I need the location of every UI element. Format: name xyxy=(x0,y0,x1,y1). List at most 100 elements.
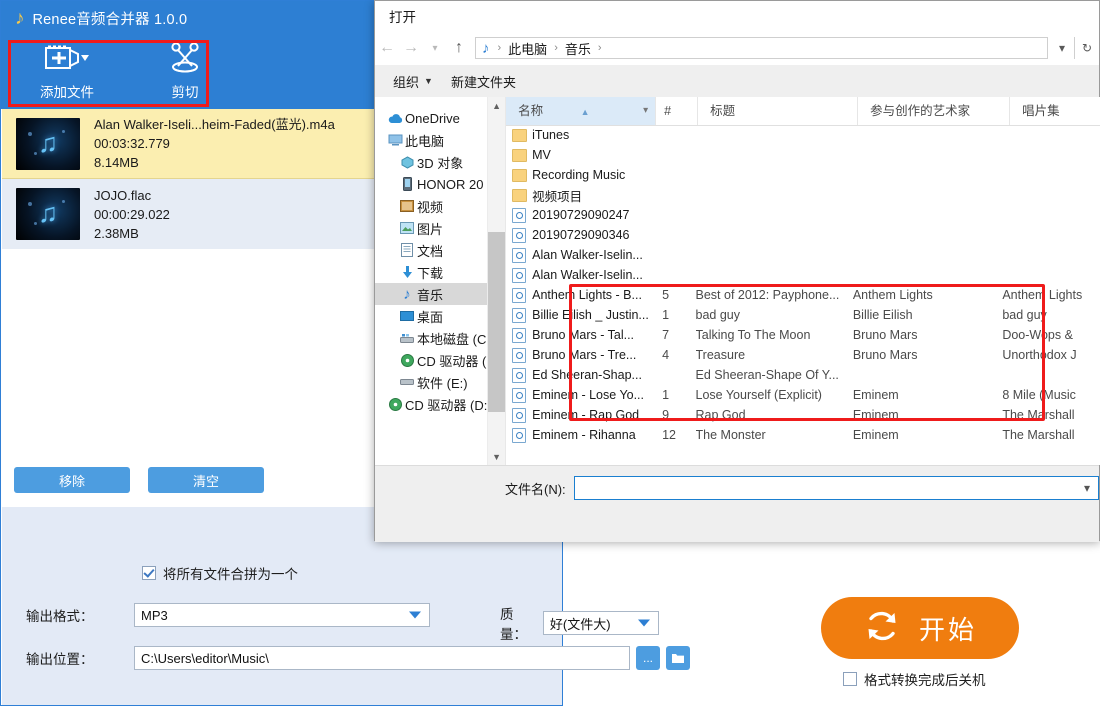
column-header-number[interactable]: # xyxy=(656,97,699,125)
tree-item-cddrive-d-h[interactable]: CD 驱动器 (D:) H xyxy=(375,393,505,415)
file-duration: 00:03:32.779 xyxy=(94,136,170,151)
row-number: 4 xyxy=(662,348,670,362)
audio-file-icon xyxy=(506,307,532,323)
harddisk-icon xyxy=(397,333,417,344)
cut-button[interactable]: 剪切 xyxy=(137,35,233,101)
new-folder-button[interactable]: 新建文件夹 xyxy=(451,72,516,91)
recent-chevron-down-icon[interactable]: ▾ xyxy=(423,43,447,54)
tree-item-videos[interactable]: 视频 xyxy=(375,195,505,217)
organize-menu[interactable]: 组织 ▼ xyxy=(393,72,433,91)
tree-item-documents[interactable]: 文档 xyxy=(375,239,505,261)
audio-file-icon xyxy=(506,207,532,223)
tree-item-desktop[interactable]: 桌面 xyxy=(375,305,505,327)
picture-icon xyxy=(397,222,417,234)
arrow-right-icon[interactable]: → xyxy=(399,39,423,57)
file-row[interactable]: Recording Music xyxy=(506,165,1100,185)
scroll-down-icon[interactable]: ▼ xyxy=(488,448,506,465)
file-row[interactable]: Ed Sheeran-Shap... Ed Sheeran-Shape Of Y… xyxy=(506,365,1100,385)
filename-label: 文件名(N): xyxy=(505,481,566,497)
dialog-body: OneDrive 此电脑 3D 对象 HONOR 20 PR 视频 图片 文档 … xyxy=(375,97,1100,465)
file-row[interactable]: Alan Walker-Iselin... xyxy=(506,245,1100,265)
row-album: Doo-Wops & xyxy=(1002,328,1073,342)
output-format-select[interactable]: MP3 xyxy=(134,603,430,627)
tree-item-thispc[interactable]: 此电脑 xyxy=(375,129,505,151)
output-format-value: MP3 xyxy=(141,607,168,623)
file-row[interactable]: 20190729090247 xyxy=(506,205,1100,225)
arrow-left-icon[interactable]: ← xyxy=(375,39,399,57)
arrow-up-icon[interactable]: ↑ xyxy=(447,39,471,57)
dialog-navigation-tree[interactable]: OneDrive 此电脑 3D 对象 HONOR 20 PR 视频 图片 文档 … xyxy=(375,97,506,465)
refresh-icon[interactable]: ↻ xyxy=(1074,37,1099,59)
shutdown-row[interactable]: 格式转换完成后关机 xyxy=(843,669,1031,689)
open-folder-button[interactable] xyxy=(666,646,690,670)
chevron-down-icon xyxy=(638,619,650,627)
browse-button[interactable]: ... xyxy=(636,646,660,670)
file-row[interactable]: Bruno Mars - Tal... 7 Talking To The Moo… xyxy=(506,325,1100,345)
tree-item-label: 软件 (E:) xyxy=(417,375,468,391)
tree-item-localdisk-c[interactable]: 本地磁盘 (C:) xyxy=(375,327,505,349)
dialog-file-list[interactable]: ▲ 名称 ▾ # 标题 参与创作的艺术家 唱片集 iTunes MV Recor… xyxy=(505,97,1100,465)
row-name: 20190729090346 xyxy=(532,228,630,242)
row-title: Rap God xyxy=(695,408,746,422)
chevron-down-icon[interactable]: ▾ xyxy=(643,97,648,125)
file-row[interactable]: 20190729090346 xyxy=(506,225,1100,245)
row-artist: Eminem xyxy=(852,408,899,422)
row-title: Treasure xyxy=(695,348,746,362)
chevron-down-icon: ▼ xyxy=(424,76,433,86)
remove-button[interactable]: 移除 xyxy=(14,467,130,493)
cd-icon xyxy=(397,353,417,367)
merge-all-checkbox[interactable] xyxy=(142,566,156,580)
tree-item-honor20pro[interactable]: HONOR 20 PR xyxy=(375,173,505,195)
output-path-input[interactable]: C:\Users\editor\Music\ xyxy=(134,646,630,670)
file-row[interactable]: Bruno Mars - Tre... 4 Treasure Bruno Mar… xyxy=(506,345,1100,365)
shutdown-checkbox[interactable] xyxy=(843,672,857,686)
file-row[interactable]: Anthem Lights - B... 5 Best of 2012: Pay… xyxy=(506,285,1100,305)
chevron-down-icon[interactable]: ▾ xyxy=(1084,481,1090,495)
address-chevron-down-icon[interactable]: ▾ xyxy=(1050,37,1074,59)
file-row[interactable]: Eminem - Rihanna 12 The Monster Eminem T… xyxy=(506,425,1100,445)
file-row[interactable]: Billie Eilish _ Justin... 1 bad guy Bill… xyxy=(506,305,1100,325)
row-title: Ed Sheeran-Shape Of Y... xyxy=(695,368,839,382)
breadcrumb-item[interactable]: 音乐 xyxy=(565,39,591,58)
tree-item-downloads[interactable]: 下载 xyxy=(375,261,505,283)
file-row[interactable]: Alan Walker-Iselin... xyxy=(506,265,1100,285)
file-list-header: ▲ 名称 ▾ # 标题 参与创作的艺术家 唱片集 xyxy=(506,97,1100,126)
merge-all-row[interactable]: 将所有文件合拼为一个 xyxy=(142,563,298,583)
file-row[interactable]: Eminem - Rap God 9 Rap God Eminem The Ma… xyxy=(506,405,1100,425)
tree-scrollbar-thumb[interactable] xyxy=(488,232,506,412)
column-header-title[interactable]: 标题 xyxy=(698,97,859,125)
folder-icon xyxy=(506,168,532,182)
start-button[interactable]: 开始 xyxy=(821,597,1019,659)
column-header-album[interactable]: 唱片集 xyxy=(1010,97,1100,125)
row-name: Bruno Mars - Tre... xyxy=(532,348,637,362)
file-row[interactable]: 视频项目 xyxy=(506,185,1100,205)
row-artist: Bruno Mars xyxy=(852,328,918,342)
tree-item-software-e[interactable]: 软件 (E:) xyxy=(375,371,505,393)
row-title: Lose Yourself (Explicit) xyxy=(695,388,822,402)
tree-item-music[interactable]: ♪ 音乐 xyxy=(375,283,506,305)
audio-file-icon xyxy=(506,347,532,363)
file-row[interactable]: MV xyxy=(506,145,1100,165)
filename-input[interactable]: ▾ xyxy=(573,476,1099,500)
tree-scrollbar[interactable]: ▲ ▼ xyxy=(487,97,506,465)
tree-item-cddrive-d[interactable]: CD 驱动器 (D:) xyxy=(375,349,505,371)
tree-item-3dobjects[interactable]: 3D 对象 xyxy=(375,151,505,173)
row-name: Ed Sheeran-Shap... xyxy=(532,368,642,382)
add-film-icon xyxy=(44,41,90,75)
audio-thumbnail: ♫ xyxy=(16,117,80,170)
scroll-up-icon[interactable]: ▲ xyxy=(488,97,506,114)
address-bar[interactable]: ♪ › 此电脑 › 音乐 › xyxy=(475,37,1048,59)
tree-item-label: 文档 xyxy=(417,243,444,259)
file-row[interactable]: iTunes xyxy=(506,125,1100,145)
file-row[interactable]: Eminem - Lose Yo... 1 Lose Yourself (Exp… xyxy=(506,385,1100,405)
add-files-button[interactable]: 添加文件 xyxy=(15,35,119,101)
cloud-icon xyxy=(385,113,405,124)
clear-button[interactable]: 清空 xyxy=(148,467,264,493)
column-header-name[interactable]: ▲ 名称 ▾ xyxy=(506,97,657,125)
dialog-bottom-bar: 文件名(N): ▾ xyxy=(375,465,1099,542)
tree-item-onedrive[interactable]: OneDrive xyxy=(375,107,505,129)
breadcrumb-item[interactable]: 此电脑 xyxy=(508,39,547,58)
quality-select[interactable]: 好(文件大) xyxy=(542,611,659,635)
column-header-artist[interactable]: 参与创作的艺术家 xyxy=(858,97,1011,125)
tree-item-pictures[interactable]: 图片 xyxy=(375,217,505,239)
